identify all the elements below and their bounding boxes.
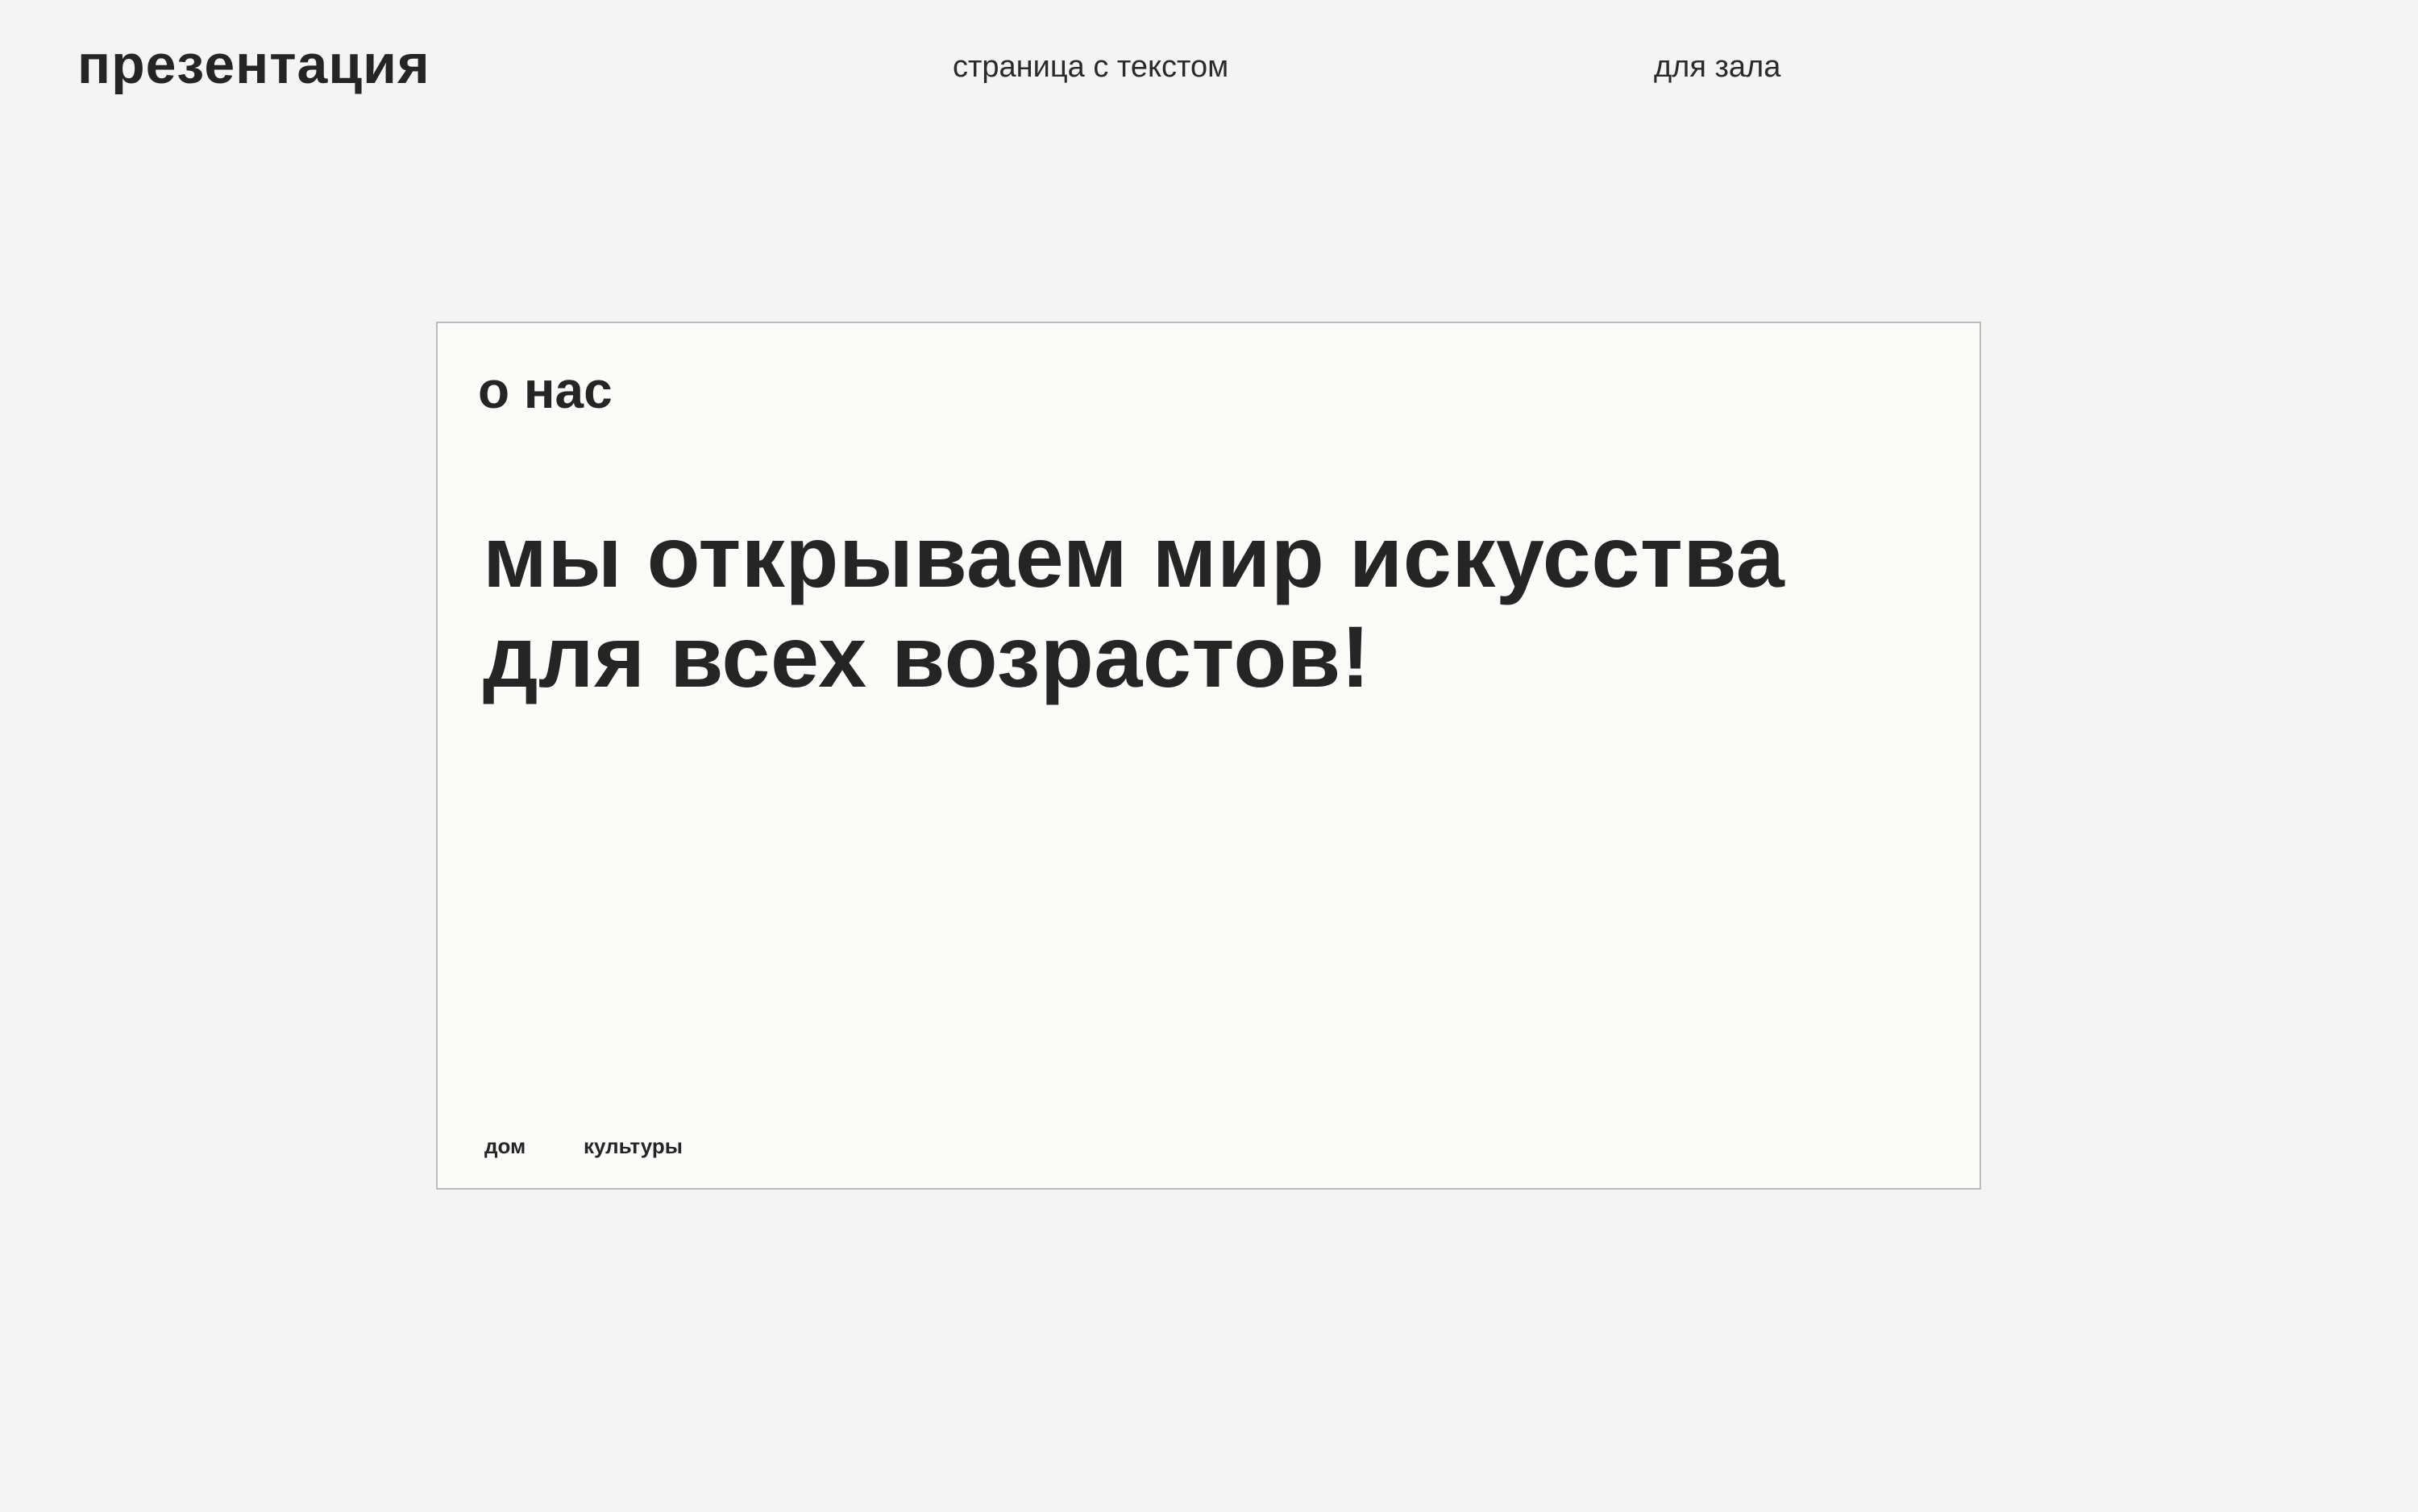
slide-text-line-1: мы открываем мир искусства xyxy=(483,508,1785,605)
slide-text-line-2: для всех возрастов! xyxy=(483,608,1371,705)
slide-footer-label-2: культуры xyxy=(584,1134,683,1158)
audience-label: для зала xyxy=(1654,50,1781,84)
slide-preview: о нас мы открываем мир искусства для все… xyxy=(436,322,1981,1190)
slide-main-text: мы открываем мир искусства для всех возр… xyxy=(483,507,1853,707)
page-type-label: страница с текстом xyxy=(953,50,1229,84)
slide-heading: о нас xyxy=(478,361,613,419)
presentation-title: презентация xyxy=(77,34,430,95)
slide-footer-label-1: дом xyxy=(484,1134,526,1158)
